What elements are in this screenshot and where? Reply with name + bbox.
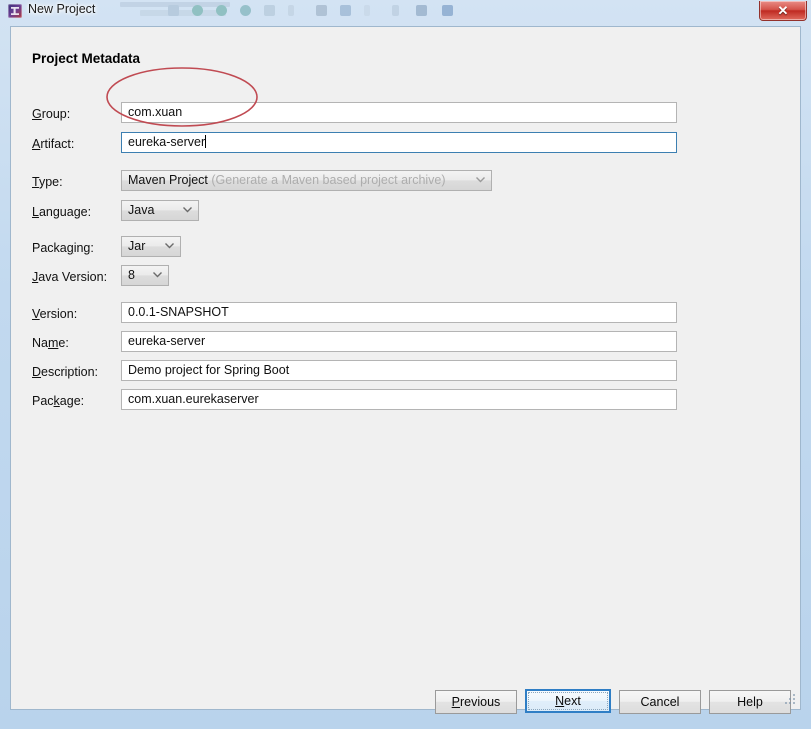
previous-button[interactable]: Previous: [435, 690, 517, 714]
name-input[interactable]: eureka-server: [121, 331, 677, 352]
chevron-down-icon: [476, 171, 485, 190]
description-input[interactable]: Demo project for Spring Boot: [121, 360, 677, 381]
artifact-input[interactable]: eureka-server: [121, 132, 677, 153]
java-version-combobox-value: 8: [128, 268, 135, 282]
label-version: Version:: [32, 307, 78, 321]
cancel-button[interactable]: Cancel: [619, 690, 701, 714]
focus-ring: [528, 692, 608, 710]
type-combobox-value: Maven Project: [128, 173, 208, 187]
window-title: New Project: [28, 2, 96, 16]
chevron-down-icon: [153, 266, 162, 285]
label-package: Package:: [32, 394, 85, 408]
language-combobox-value: Java: [128, 203, 155, 217]
label-name: Name:: [32, 336, 69, 350]
java-version-combobox[interactable]: 8: [121, 265, 169, 286]
close-button[interactable]: ✕: [759, 1, 807, 21]
close-icon: ✕: [777, 3, 789, 18]
label-java-version: Java Version:: [32, 270, 108, 284]
help-button[interactable]: Help: [709, 690, 791, 714]
package-input[interactable]: com.xuan.eurekaserver: [121, 389, 677, 410]
dialog-client-area: Project Metadata Group: com.xuan Artifac…: [10, 26, 801, 714]
language-combobox[interactable]: Java: [121, 200, 199, 221]
title-bar[interactable]: New Project ✕: [0, 0, 811, 22]
artifact-input-value: eureka-server: [128, 135, 206, 149]
label-artifact: Artifact:: [32, 137, 75, 151]
type-combobox[interactable]: Maven Project (Generate a Maven based pr…: [121, 170, 492, 191]
label-type: Type:: [32, 175, 63, 189]
page-title: Project Metadata: [32, 51, 141, 66]
new-project-window: New Project ✕ Project Metadata Group: co…: [0, 0, 811, 729]
label-description: Description:: [32, 365, 99, 379]
text-caret: [205, 135, 207, 148]
chevron-down-icon: [183, 201, 192, 220]
group-input[interactable]: com.xuan: [121, 102, 677, 123]
packaging-combobox[interactable]: Jar: [121, 236, 181, 257]
packaging-combobox-value: Jar: [128, 239, 146, 253]
resize-grip-icon[interactable]: [783, 692, 797, 706]
intellij-idea-icon: [8, 4, 22, 18]
label-language: Language:: [32, 205, 92, 219]
version-input[interactable]: 0.0.1-SNAPSHOT: [121, 302, 677, 323]
label-packaging: Packaging:: [32, 241, 94, 255]
chevron-down-icon: [165, 237, 174, 256]
label-group: Group:: [32, 107, 71, 121]
type-combobox-hint: (Generate a Maven based project archive): [211, 173, 446, 187]
next-button[interactable]: Next: [525, 689, 611, 713]
